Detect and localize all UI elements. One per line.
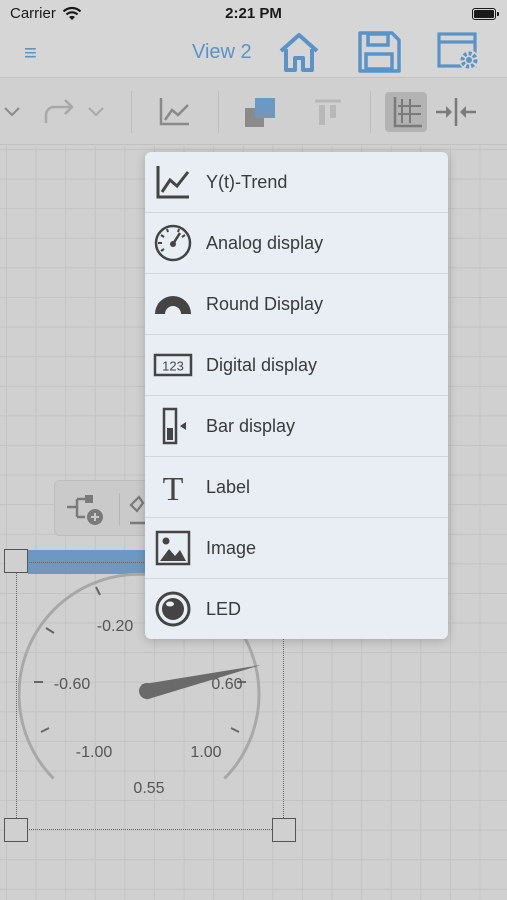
insert-widget-menu: Y(t)-Trend Analog display Round Display … [145,152,448,639]
menu-item-label: Image [206,538,257,558]
bar-display-icon [162,407,186,445]
status-time: 2:21 PM [225,5,282,22]
widget-context-toolbar [54,480,154,536]
svg-text:T: T [163,471,184,507]
gauge-tick [230,727,240,733]
round-gauge-icon [155,296,191,314]
gauge-tick [40,727,50,733]
bring-front-icon[interactable] [243,96,279,130]
menu-item-digital-display[interactable]: 123 Digital display [145,335,448,396]
menu-item-yt-trend[interactable]: Y(t)-Trend [145,152,448,213]
redo-icon[interactable] [42,97,78,127]
navigation-bar: ≡ View 2 [0,28,507,78]
svg-text:123: 123 [162,359,184,374]
grid-icon[interactable] [390,95,424,129]
gauge-tick-label: -0.20 [97,618,134,635]
chevron-down-icon[interactable] [2,105,22,119]
trend-chart-icon [156,166,190,199]
menu-item-label: Label [206,477,251,497]
gauge-tick-label: 1.00 [190,744,221,761]
menu-item-label: Y(t)-Trend [206,172,288,192]
status-bar: Carrier 2:21 PM [0,0,507,28]
image-icon [155,530,191,566]
menu-item-label: LED [206,599,242,619]
gauge-value: 0.55 [133,780,164,797]
editor-toolbar [0,79,507,145]
gauge-tick-label: 0.60 [211,676,242,693]
page-title: View 2 [192,41,252,63]
menu-item-label-widget[interactable]: T Label [145,457,448,518]
trend-chart-icon[interactable] [157,96,193,128]
gauge-needle-hub [139,683,155,699]
text-label-icon: T [163,471,184,507]
menu-item-label: Round Display [206,294,324,314]
led-icon [155,591,191,627]
toolbar-divider [370,91,371,133]
gauge-tick-label: -0.60 [54,676,91,693]
fit-horizontal-icon[interactable] [434,95,478,129]
toolbar-divider [131,91,132,133]
toolbar-divider [218,91,219,133]
gauge-tick [45,627,55,634]
gauge-tick [95,586,101,596]
battery-icon [472,8,499,20]
analog-gauge-icon [154,224,192,262]
align-top-icon[interactable] [312,98,344,128]
menu-icon[interactable]: ≡ [24,42,37,64]
menu-item-analog-display[interactable]: Analog display [145,213,448,274]
menu-item-bar-display[interactable]: Bar display [145,396,448,457]
menu-item-led[interactable]: LED [145,579,448,640]
toolbar-divider [119,493,120,525]
menu-item-round-display[interactable]: Round Display [145,274,448,335]
menu-item-label: Digital display [206,355,318,375]
save-icon[interactable] [356,30,402,74]
menu-item-image[interactable]: Image [145,518,448,579]
menu-item-label: Bar display [206,416,296,436]
window-settings-icon[interactable] [436,30,486,74]
add-connection-icon[interactable] [65,493,107,527]
chevron-down-icon[interactable] [86,105,106,119]
home-icon[interactable] [276,30,322,74]
digital-display-icon: 123 [153,353,193,377]
menu-item-label: Analog display [206,233,324,253]
gauge-tick-label: -1.00 [76,744,113,761]
